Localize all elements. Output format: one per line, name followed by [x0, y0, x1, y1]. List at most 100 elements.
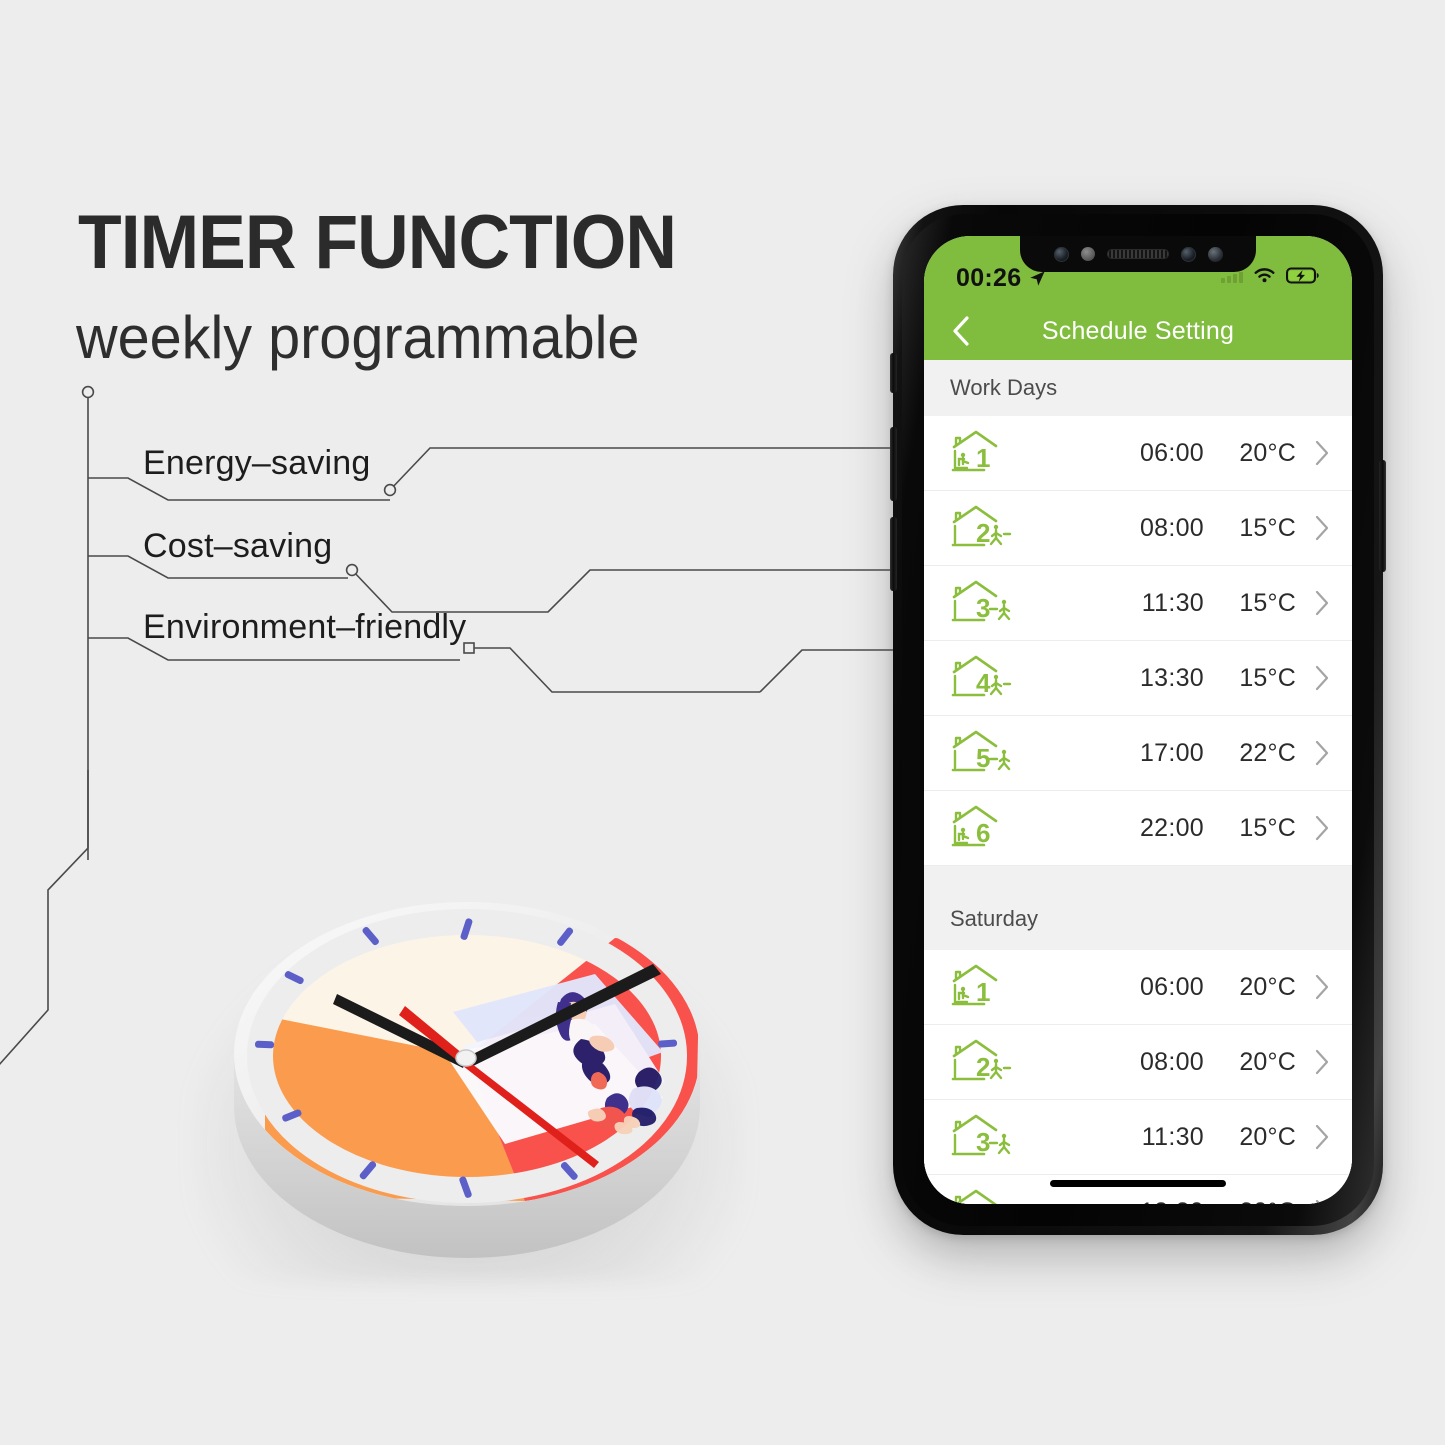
phone-screen: 00:26 Schedule Setting Work Days 1 06:00…: [924, 236, 1352, 1204]
schedule-row[interactable]: 1 06:00 20°C: [924, 950, 1352, 1025]
house-period-1-icon: 1: [951, 964, 998, 1007]
schedule-temperature: 15°C: [1239, 663, 1296, 692]
back-button[interactable]: [944, 314, 978, 348]
chevron-right-icon: [1315, 665, 1329, 691]
spine-top-node: [81, 385, 95, 399]
phone-notch: [1020, 236, 1256, 272]
house-period-4-icon: 4: [951, 655, 1012, 698]
row-disclosure[interactable]: [1296, 1048, 1330, 1076]
section-header-1: Saturday: [924, 888, 1352, 950]
phone-bezel: 00:26 Schedule Setting Work Days 1 06:00…: [902, 214, 1374, 1226]
proximity-sensor-icon: [1080, 247, 1095, 261]
house-period-3-icon: 3: [951, 1114, 1011, 1157]
node-environment-friendly: [463, 642, 475, 654]
house-period-1-icon: 1: [951, 430, 998, 473]
house-period-3-icon: 3: [951, 580, 1011, 623]
chevron-right-icon: [1315, 740, 1329, 766]
schedule-temperature: 20°C: [1239, 1122, 1296, 1151]
row-disclosure[interactable]: [1296, 589, 1330, 617]
schedule-time: 11:30: [1141, 1122, 1204, 1151]
volume-down-button[interactable]: [890, 517, 897, 591]
clock-hub: [455, 1049, 477, 1067]
svg-text:2: 2: [976, 518, 990, 548]
node-cost-saving: [345, 563, 359, 577]
schedule-time: 06:00: [1139, 438, 1204, 467]
home-indicator[interactable]: [1050, 1180, 1226, 1187]
house-period-2-icon: 2: [951, 505, 1012, 548]
poster-canvas: TIMER FUNCTION weekly programmable Energ…: [0, 0, 1445, 1445]
mute-switch[interactable]: [890, 353, 897, 393]
front-camera-icon: [1053, 246, 1069, 262]
house-period-4-icon: 4: [954, 1189, 997, 1204]
schedule-time: 17:00: [1139, 738, 1204, 767]
app-nav-bar: Schedule Setting: [924, 302, 1352, 360]
schedule-time: 13:30: [1096, 1198, 1204, 1205]
schedule-row[interactable]: 4 13:30 15°C: [924, 641, 1352, 716]
svg-text:3: 3: [976, 593, 990, 623]
row-disclosure[interactable]: [1296, 973, 1330, 1001]
schedule-time: 22:00: [1139, 813, 1204, 842]
schedule-temperature: 15°C: [1239, 513, 1296, 542]
chevron-right-icon: [1315, 440, 1329, 466]
power-button[interactable]: [1379, 460, 1386, 572]
row-disclosure[interactable]: [1296, 739, 1330, 767]
svg-text:4: 4: [976, 1202, 991, 1204]
section-gap: [924, 866, 1352, 888]
earpiece-speaker-icon: [1106, 249, 1169, 259]
chevron-right-icon: [1315, 815, 1329, 841]
schedule-row[interactable]: 3 11:30 20°C: [924, 1100, 1352, 1175]
chevron-left-icon: [953, 316, 969, 346]
schedule-time: 11:30: [1141, 588, 1204, 617]
svg-text:5: 5: [976, 743, 990, 773]
period-icon-cell: 3: [950, 1112, 1022, 1162]
chevron-right-icon: [1315, 515, 1329, 541]
svg-text:3: 3: [976, 1127, 990, 1157]
schedule-temperature: 20°C: [1239, 972, 1296, 1001]
period-icon-cell: 5: [950, 728, 1022, 778]
house-period-6-icon: 6: [951, 805, 998, 848]
wifi-icon: [1254, 268, 1275, 283]
schedule-time: 06:00: [1139, 972, 1204, 1001]
schedule-row[interactable]: 5 17:00 22°C: [924, 716, 1352, 791]
schedule-list[interactable]: Work Days 1 06:00 20°C 2 08:00 15°C 3 11…: [924, 360, 1352, 1204]
period-icon-cell: 2: [950, 1037, 1022, 1087]
schedule-time: 13:30: [1139, 663, 1204, 692]
ir-camera-icon: [1180, 246, 1196, 262]
smartphone-mockup: 00:26 Schedule Setting Work Days 1 06:00…: [890, 205, 1386, 1235]
house-period-2-icon: 2: [951, 1039, 1012, 1082]
row-disclosure[interactable]: [1296, 1198, 1330, 1204]
volume-up-button[interactable]: [890, 427, 897, 501]
schedule-row[interactable]: 6 22:00 15°C: [924, 791, 1352, 866]
chevron-right-icon: [1315, 1124, 1329, 1150]
schedule-row[interactable]: 2 08:00 15°C: [924, 491, 1352, 566]
schedule-row[interactable]: 3 11:30 15°C: [924, 566, 1352, 641]
schedule-temperature: 20°C: [1204, 1198, 1296, 1205]
schedule-time: 08:00: [1139, 1047, 1204, 1076]
chevron-right-icon: [1315, 1199, 1322, 1204]
battery-charging-icon: [1286, 267, 1319, 284]
row-disclosure[interactable]: [1296, 664, 1330, 692]
chevron-right-icon: [1315, 974, 1329, 1000]
period-icon-cell: 1: [950, 428, 1022, 478]
period-icon-cell: 4: [950, 1187, 1022, 1204]
row-disclosure[interactable]: [1296, 814, 1330, 842]
chevron-right-icon: [1315, 1049, 1329, 1075]
schedule-row[interactable]: 2 08:00 20°C: [924, 1025, 1352, 1100]
schedule-temperature: 15°C: [1239, 588, 1296, 617]
status-bar-clock: 00:26: [956, 264, 1022, 292]
wall-clock: [175, 862, 765, 1292]
svg-text:1: 1: [976, 977, 990, 1007]
row-disclosure[interactable]: [1296, 1123, 1330, 1151]
schedule-time: 08:00: [1139, 513, 1204, 542]
dot-projector-icon: [1207, 246, 1223, 262]
schedule-temperature: 20°C: [1239, 1047, 1296, 1076]
schedule-row[interactable]: 1 06:00 20°C: [924, 416, 1352, 491]
schedule-temperature: 20°C: [1239, 438, 1296, 467]
svg-text:2: 2: [976, 1052, 990, 1082]
svg-text:6: 6: [976, 818, 990, 848]
schedule-temperature: 15°C: [1239, 813, 1296, 842]
row-disclosure[interactable]: [1296, 514, 1330, 542]
house-period-5-icon: 5: [951, 730, 1011, 773]
row-disclosure[interactable]: [1296, 439, 1330, 467]
period-icon-cell: 1: [950, 962, 1022, 1012]
